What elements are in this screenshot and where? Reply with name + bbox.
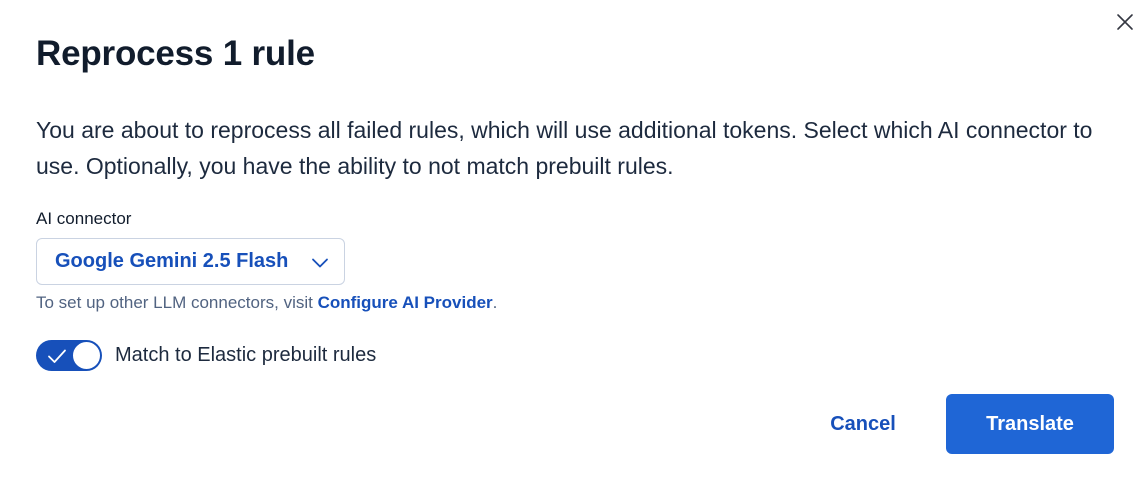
modal-title: Reprocess 1 rule (36, 34, 315, 73)
connector-help-text: To set up other LLM connectors, visit Co… (36, 293, 497, 313)
check-icon (48, 349, 66, 363)
chevron-down-icon (312, 258, 328, 268)
toggle-knob (72, 341, 101, 370)
connector-help-suffix: . (492, 293, 498, 312)
reprocess-modal: Reprocess 1 rule You are about to reproc… (0, 0, 1144, 486)
close-icon (1117, 14, 1133, 30)
configure-ai-provider-link[interactable]: Configure AI Provider (318, 293, 493, 312)
match-prebuilt-toggle[interactable] (36, 340, 102, 371)
match-prebuilt-toggle-row: Match to Elastic prebuilt rules (36, 340, 376, 371)
ai-connector-label: AI connector (36, 209, 132, 228)
ai-connector-selected-value: Google Gemini 2.5 Flash (55, 250, 289, 272)
modal-description: You are about to reprocess all failed ru… (36, 117, 1093, 179)
translate-button[interactable]: Translate (946, 394, 1114, 454)
match-prebuilt-label: Match to Elastic prebuilt rules (115, 344, 377, 366)
close-button[interactable] (1112, 9, 1138, 35)
cancel-button[interactable]: Cancel (810, 395, 916, 453)
connector-help-prefix: To set up other LLM connectors, visit (36, 293, 318, 312)
ai-connector-select[interactable]: Google Gemini 2.5 Flash (36, 238, 345, 285)
